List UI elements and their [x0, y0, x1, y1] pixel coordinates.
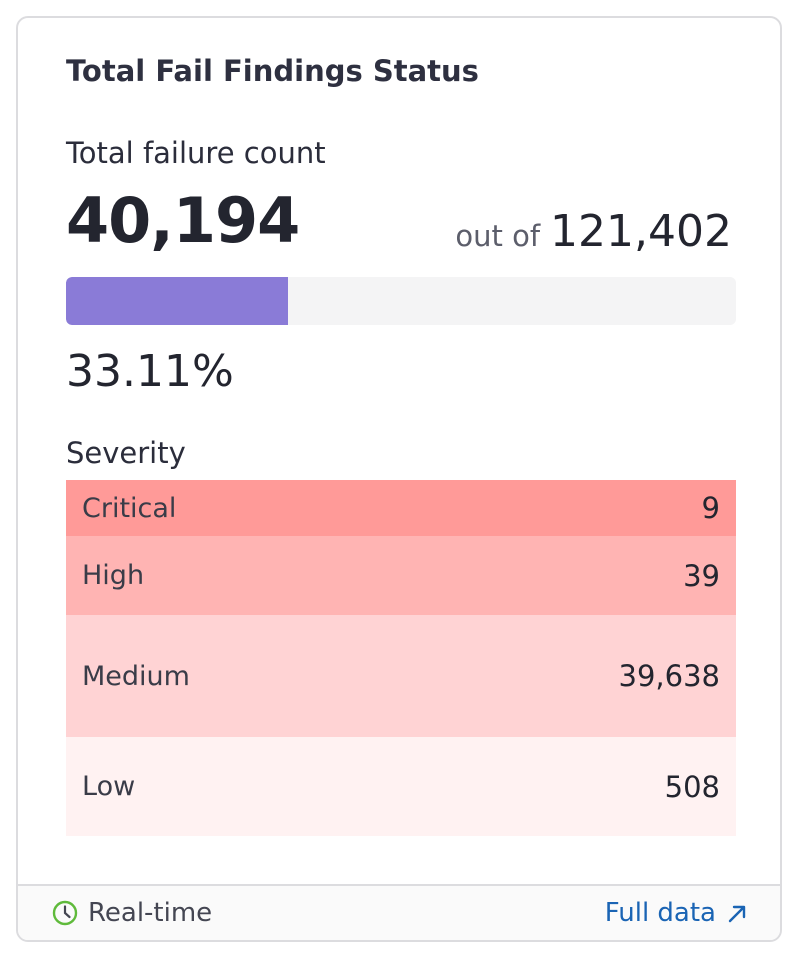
- severity-row-medium: Medium 39,638: [66, 615, 736, 737]
- card-footer: Real-time Full data: [18, 884, 780, 940]
- severity-name: High: [82, 560, 145, 591]
- severity-table: Critical 9 High 39 Medium 39,638 Low 508: [66, 480, 736, 836]
- total-count-value: 121,402: [550, 206, 732, 257]
- total-count-group: out of 121,402: [455, 206, 732, 257]
- severity-row-low: Low 508: [66, 737, 736, 836]
- severity-value: 508: [664, 769, 720, 804]
- severity-name: Medium: [82, 660, 190, 692]
- out-of-label: out of: [455, 219, 541, 253]
- card-title: Total Fail Findings Status: [66, 54, 479, 88]
- severity-value: 9: [701, 491, 720, 525]
- severity-value: 39,638: [618, 659, 720, 693]
- failure-percent: 33.11%: [66, 346, 234, 397]
- full-data-label: Full data: [604, 898, 716, 928]
- severity-name: Low: [82, 771, 136, 802]
- failure-progress-fill: [66, 277, 288, 325]
- failure-count-value: 40,194: [66, 184, 300, 257]
- clock-icon: [52, 900, 78, 926]
- severity-value: 39: [683, 558, 720, 593]
- severity-row-critical: Critical 9: [66, 480, 736, 536]
- full-data-link[interactable]: Full data: [605, 898, 748, 928]
- realtime-indicator: Real-time: [52, 898, 212, 928]
- severity-name: Critical: [82, 492, 177, 524]
- arrow-up-right-icon: [726, 902, 748, 924]
- fail-findings-card: Total Fail Findings Status Total failure…: [16, 16, 782, 942]
- severity-label: Severity: [66, 436, 186, 470]
- severity-row-high: High 39: [66, 536, 736, 615]
- failure-count-label: Total failure count: [66, 136, 326, 170]
- failure-progress-bar: [66, 277, 736, 325]
- realtime-label: Real-time: [88, 898, 213, 928]
